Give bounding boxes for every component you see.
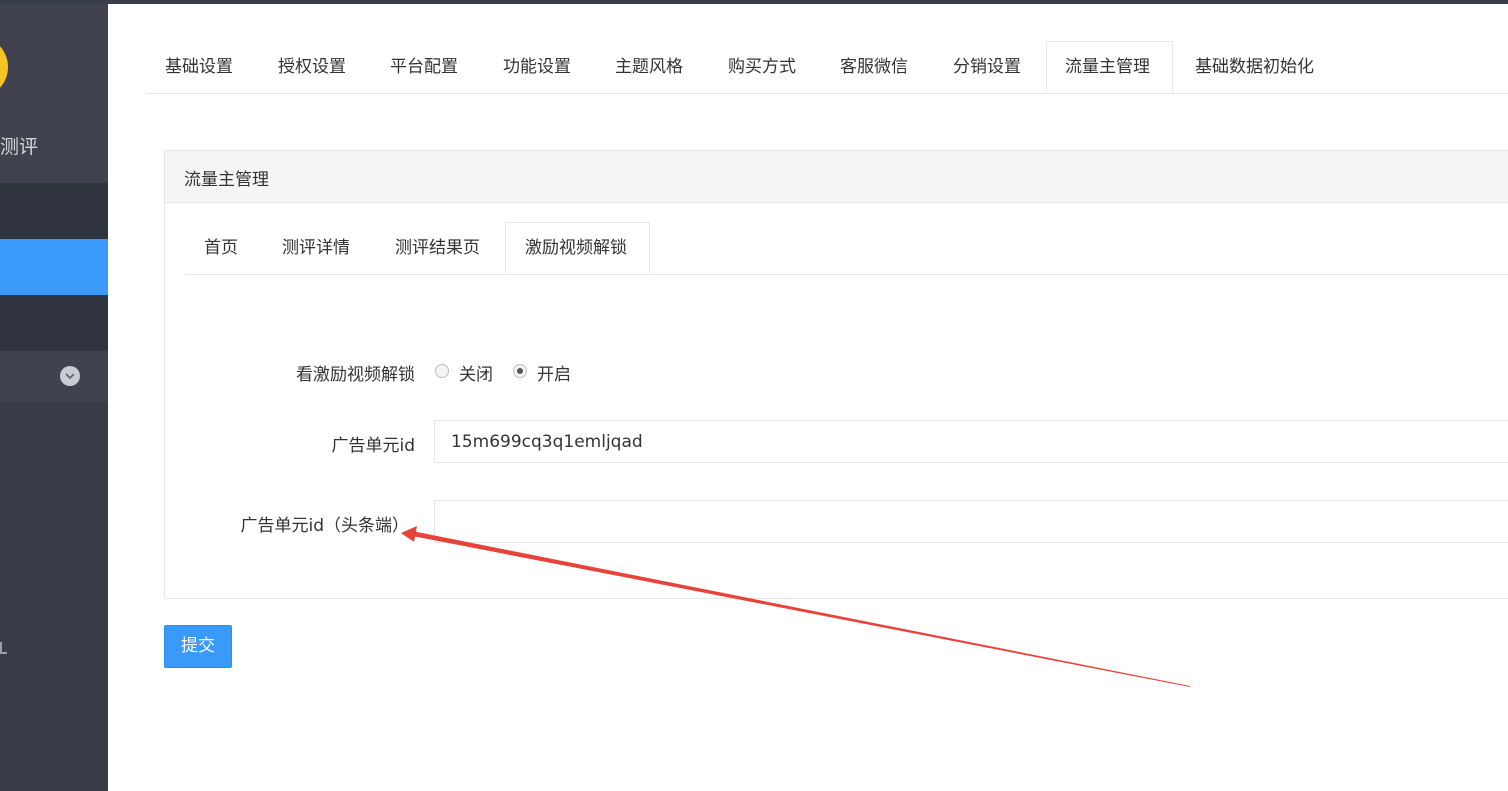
sidebar-item-expandable[interactable] <box>0 351 108 402</box>
radio-off-label[interactable]: 关闭 <box>459 360 493 385</box>
traffic-panel: 流量主管理 首页 测评详情 测评结果页 激励视频解锁 看激励视频解锁 关闭 开启… <box>164 150 1508 599</box>
ad-unit-input[interactable] <box>434 420 1508 463</box>
app-logo <box>0 36 8 98</box>
ad-unit-label: 广告单元id <box>331 436 415 456</box>
tab-basic-settings[interactable]: 基础设置 <box>165 41 233 93</box>
sidebar-clipped-icon <box>0 642 7 654</box>
tab-purchase-method[interactable]: 购买方式 <box>728 41 796 93</box>
tab-data-init[interactable]: 基础数据初始化 <box>1195 41 1314 93</box>
tab-traffic-management[interactable]: 流量主管理 <box>1046 41 1173 93</box>
sidebar: 测评 <box>0 4 108 791</box>
toutiao-ad-unit-label: 广告单元id（头条端） <box>240 516 409 536</box>
toutiao-ad-unit-input[interactable] <box>434 500 1508 543</box>
tab-feature-settings[interactable]: 功能设置 <box>503 41 571 93</box>
sub-tab-bar: 首页 测评详情 测评结果页 激励视频解锁 <box>185 222 1508 275</box>
subtab-review-detail[interactable]: 测评详情 <box>282 222 350 274</box>
subtab-review-result[interactable]: 测评结果页 <box>395 222 480 274</box>
radio-on-label[interactable]: 开启 <box>537 360 571 385</box>
chevron-down-icon[interactable] <box>60 366 80 386</box>
top-bar <box>0 0 1508 4</box>
sidebar-item-active[interactable] <box>0 239 108 295</box>
sidebar-item-3[interactable] <box>0 295 108 351</box>
sidebar-item-1[interactable] <box>0 183 108 239</box>
sidebar-brand: 测评 <box>0 136 39 158</box>
panel-title: 流量主管理 <box>184 170 269 190</box>
panel-header: 流量主管理 <box>165 151 1508 203</box>
main-tab-bar: 基础设置 授权设置 平台配置 功能设置 主题风格 购买方式 客服微信 分销设置 … <box>146 41 1508 94</box>
subtab-rewarded-video[interactable]: 激励视频解锁 <box>505 222 650 274</box>
unlock-label: 看激励视频解锁 <box>296 365 415 385</box>
subtab-home[interactable]: 首页 <box>204 222 238 274</box>
tab-auth-settings[interactable]: 授权设置 <box>278 41 346 93</box>
tab-platform-config[interactable]: 平台配置 <box>390 41 458 93</box>
submit-button[interactable]: 提交 <box>164 625 232 668</box>
tab-service-wechat[interactable]: 客服微信 <box>840 41 908 93</box>
tab-distribution-settings[interactable]: 分销设置 <box>953 41 1021 93</box>
radio-on[interactable] <box>513 364 527 378</box>
sidebar-header: 测评 <box>0 4 108 183</box>
tab-theme-style[interactable]: 主题风格 <box>615 41 683 93</box>
radio-off[interactable] <box>435 364 449 378</box>
